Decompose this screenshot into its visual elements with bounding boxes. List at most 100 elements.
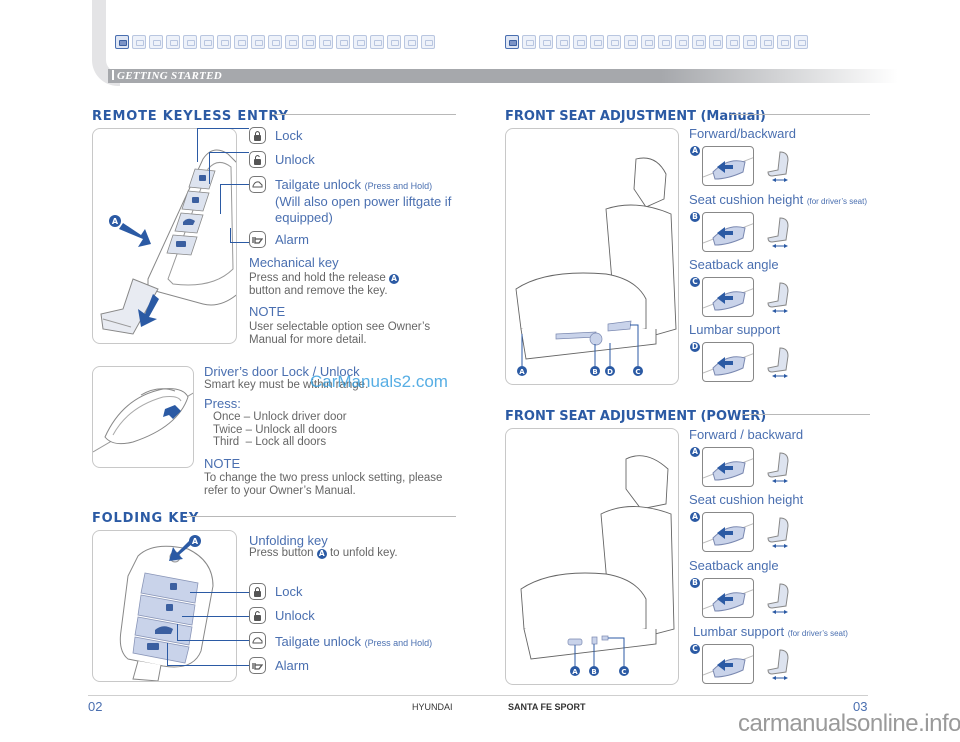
seat-adjust-note: (for driver’s seat): [806, 197, 867, 206]
control-closeup-illustration: [702, 277, 754, 317]
lock-icon: [249, 127, 266, 144]
seat-adjust-note: (for driver’s seat): [787, 629, 848, 638]
control-closeup-illustration: [702, 342, 754, 382]
chapter-nav-icon[interactable]: [539, 35, 553, 49]
chapter-nav-icon[interactable]: [726, 35, 740, 49]
tailgate-extra-note: (Will also open power liftgate if equipp…: [275, 194, 452, 225]
seat-motion-icon: [766, 281, 796, 320]
control-closeup-illustration: [702, 212, 754, 252]
front-seat-power-heading: FRONT SEAT ADJUSTMENT (POWER): [505, 409, 767, 424]
badge-a: A: [389, 274, 400, 284]
press-action: Lock all doors: [255, 436, 327, 448]
chapter-nav-icon[interactable]: [692, 35, 706, 49]
chapter-nav-icon[interactable]: [183, 35, 197, 49]
chapter-nav-icon[interactable]: [251, 35, 265, 49]
connector-line: [230, 228, 231, 242]
chapter-nav-icon[interactable]: [675, 35, 689, 49]
tailgate-label-text: Tailgate unlock: [275, 634, 361, 649]
seat-adjust-label-text: Seat cushion height: [689, 492, 804, 507]
press-item: Third – Lock all doors: [213, 436, 327, 448]
press-heading: Press:: [204, 396, 241, 411]
chapter-nav-icon[interactable]: [573, 35, 587, 49]
chapter-nav-icon[interactable]: [115, 35, 129, 49]
seat-adjust-label: Forward / backward: [689, 427, 803, 442]
chapter-nav-icon[interactable]: [743, 35, 757, 49]
unlock-icon: [249, 607, 266, 624]
chapter-nav-icon[interactable]: [709, 35, 723, 49]
seat-adjust-label-text: Lumbar support: [689, 322, 781, 337]
chapter-nav-icon[interactable]: [624, 35, 638, 49]
drivers-door-note-text: To change the two press unlock setting, …: [204, 472, 443, 497]
chapter-nav-icon[interactable]: [285, 35, 299, 49]
chapter-nav-icon[interactable]: [132, 35, 146, 49]
seat-motion-icon: [766, 451, 796, 490]
chapter-nav-icon[interactable]: [607, 35, 621, 49]
control-badge: B: [690, 578, 700, 588]
page-number-left: 02: [88, 699, 103, 714]
chapter-nav-icon[interactable]: [336, 35, 350, 49]
chapter-nav-icon[interactable]: [777, 35, 791, 49]
chapter-nav-icon[interactable]: [505, 35, 519, 49]
chapter-nav-icon[interactable]: [404, 35, 418, 49]
manual-seat-illustration: A B D C: [505, 128, 679, 385]
connector-line: [209, 152, 249, 153]
press-count: Third: [213, 436, 240, 448]
alarm-icon: [249, 231, 266, 248]
seat-adjust-label: Seat cushion height: [689, 492, 803, 507]
press-count: Twice: [213, 423, 243, 436]
front-seat-manual-heading: FRONT SEAT ADJUSTMENT (Manual): [505, 109, 766, 124]
heading-rule: [272, 114, 456, 115]
chapter-nav-icon[interactable]: [217, 35, 231, 49]
chapter-nav-icon[interactable]: [370, 35, 384, 49]
watermark-overlay: CarManuals2.com: [310, 372, 448, 391]
note-heading: NOTE: [249, 304, 286, 319]
press-item: Once – Unlock driver door: [213, 411, 347, 423]
seat-adjust-label: Seatback angle: [689, 558, 779, 573]
mechanical-key-text-part1: Press and hold the release: [249, 272, 386, 284]
control-closeup-illustration: [702, 146, 754, 186]
callout-d: D: [607, 368, 613, 376]
folding-unlock-label: Unlock: [275, 608, 315, 623]
chapter-nav-icon[interactable]: [522, 35, 536, 49]
chapter-nav-icon[interactable]: [794, 35, 808, 49]
press-action: Unlock driver door: [253, 411, 347, 423]
unlock-icon: [249, 151, 266, 168]
chapter-nav-icon[interactable]: [234, 35, 248, 49]
chapter-nav-icon[interactable]: [302, 35, 316, 49]
heading-rule: [186, 516, 456, 517]
folding-key-illustration: A: [92, 530, 237, 682]
chapter-nav-icon[interactable]: [421, 35, 435, 49]
seat-adjust-label-text: Seatback angle: [689, 558, 779, 573]
chapter-nav-icon[interactable]: [590, 35, 604, 49]
left-chapter-icon-strip: [115, 35, 435, 49]
seat-motion-icon: [766, 216, 796, 255]
chapter-nav-icon[interactable]: [387, 35, 401, 49]
footer-model: SANTA FE SPORT: [508, 702, 586, 712]
remote-lock-label: Lock: [275, 128, 303, 143]
chapter-nav-icon[interactable]: [760, 35, 774, 49]
badge-a: A: [316, 549, 327, 559]
seat-motion-icon: [766, 150, 796, 189]
seat-adjust-label: Lumbar support (for driver’s seat): [693, 624, 848, 639]
press-count: Once: [213, 411, 241, 423]
power-seat-illustration: A B C: [505, 428, 679, 685]
connector-line: [177, 624, 178, 640]
chapter-nav-icon[interactable]: [556, 35, 570, 49]
door-handle-illustration: [92, 366, 194, 468]
chapter-nav-icon[interactable]: [319, 35, 333, 49]
connector-line: [167, 665, 249, 666]
chapter-nav-icon[interactable]: [268, 35, 282, 49]
connector-line: [220, 184, 221, 214]
remote-keyless-entry-heading: REMOTE KEYLESS ENTRY: [92, 109, 289, 124]
footer-rule: [88, 695, 868, 696]
chapter-nav-icon[interactable]: [353, 35, 367, 49]
tailgate-icon: [249, 632, 266, 649]
chapter-nav-icon[interactable]: [149, 35, 163, 49]
callout-b: B: [591, 668, 596, 676]
chapter-nav-icon[interactable]: [658, 35, 672, 49]
chapter-nav-icon[interactable]: [200, 35, 214, 49]
mechanical-key-text-part2: button and remove the key.: [249, 285, 388, 297]
chapter-nav-icon[interactable]: [166, 35, 180, 49]
chapter-nav-icon[interactable]: [641, 35, 655, 49]
heading-rule: [730, 114, 870, 115]
